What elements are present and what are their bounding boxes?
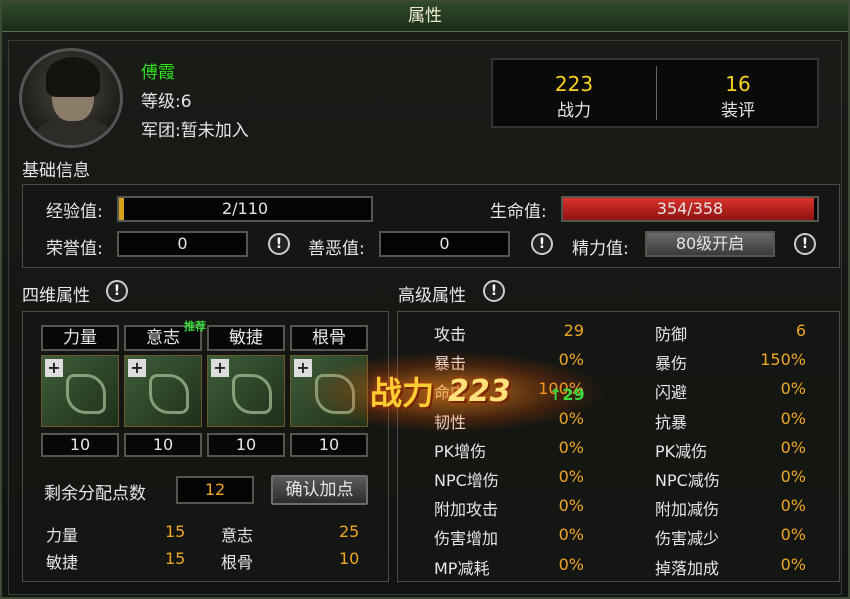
adv-attr-value: 0% <box>780 525 806 545</box>
four-attr-info-icon[interactable]: ! <box>106 280 128 302</box>
adv-attr-label: 暴伤 <box>655 354 688 374</box>
gear-score-value: 16 <box>725 72 751 96</box>
adv-attr-label: 伤害减少 <box>655 529 720 549</box>
adv-attr-value: 6 <box>795 321 806 340</box>
karma-value: 0 <box>379 231 510 257</box>
adv-attr-label: 闪避 <box>655 383 688 403</box>
advanced-attr-title: 高级属性 <box>398 286 466 306</box>
adv-attr-value: 0% <box>780 408 806 428</box>
character-portrait <box>19 48 123 148</box>
adv-attr-value: 29 <box>563 321 584 340</box>
exp-bar: 2/110 <box>117 196 373 222</box>
remaining-points-value: 12 <box>176 476 254 504</box>
attr-slot-will: 意志 + 10 <box>124 325 202 457</box>
adv-attr-value: 0% <box>558 437 584 457</box>
adv-attr-label: NPC增伤 <box>434 471 499 490</box>
karma-label: 善恶值: <box>308 239 365 259</box>
adv-attr-value: 0% <box>780 467 806 486</box>
character-guild: 军团:暂未加入 <box>141 121 249 141</box>
exp-label: 经验值: <box>46 202 103 222</box>
popup-delta: ↑29 <box>549 385 585 404</box>
adv-attr-label: PK增伤 <box>434 441 487 461</box>
adv-attr-value: 150% <box>760 350 806 370</box>
adv-attr-value: 0% <box>780 379 806 399</box>
adv-attr-label: 抗暴 <box>655 412 688 432</box>
popup-label: 战力 <box>370 374 435 412</box>
plus-icon[interactable]: + <box>211 359 229 377</box>
popup-value: 223 <box>448 374 511 409</box>
adv-attr-value: 0% <box>780 437 806 457</box>
attr-slot-value: 10 <box>207 433 285 457</box>
confirm-points-button[interactable]: 确认加点 <box>271 475 368 505</box>
four-attr-title: 四维属性 <box>22 286 90 306</box>
adv-attr-label: 防御 <box>655 325 688 344</box>
adv-attr-value: 0% <box>558 496 584 516</box>
total-value: 15 <box>165 522 186 541</box>
window-title: 属性 <box>2 2 848 32</box>
gear-score: 16 装评 <box>657 60 819 126</box>
combat-power: 223 战力 <box>493 60 655 126</box>
attr-slot-agility: 敏捷 + 10 <box>207 325 285 457</box>
character-level: 等级:6 <box>141 92 192 112</box>
honor-label: 荣誉值: <box>46 239 103 259</box>
remaining-points-label: 剩余分配点数 <box>44 484 146 504</box>
combat-power-value: 223 <box>554 72 594 96</box>
popup-delta-value: 29 <box>562 385 585 404</box>
strength-icon: + <box>41 355 119 427</box>
attr-slot-value: 10 <box>41 433 119 457</box>
adv-attr-label: MP减耗 <box>434 558 490 578</box>
combat-summary: 223 战力 16 装评 <box>491 58 819 128</box>
plus-icon[interactable]: + <box>128 359 146 377</box>
adv-attr-label: NPC减伤 <box>655 471 720 490</box>
combat-power-label: 战力 <box>557 101 591 121</box>
adv-attr-label: 伤害增加 <box>434 529 499 549</box>
energy-info-icon[interactable]: ! <box>794 233 816 255</box>
adv-attr-value: 0% <box>780 496 806 516</box>
attr-slot-value: 10 <box>124 433 202 457</box>
character-name: 傅霞 <box>141 63 175 83</box>
gear-score-label: 装评 <box>721 101 755 121</box>
honor-info-icon[interactable]: ! <box>268 233 290 255</box>
attr-slot-label: 力量 <box>41 325 119 351</box>
adv-attr-label: 附加减伤 <box>655 500 720 520</box>
adv-attr-label: PK减伤 <box>655 441 708 461</box>
basic-info-title: 基础信息 <box>22 161 90 181</box>
hp-bar: 354/358 <box>561 196 819 222</box>
energy-value: 80级开启 <box>645 231 775 257</box>
total-value: 25 <box>339 522 360 541</box>
total-label: 意志 <box>221 526 254 545</box>
attr-slot-label: 敏捷 <box>207 325 285 351</box>
adv-attr-value: 0% <box>558 525 584 545</box>
plus-icon[interactable]: + <box>45 359 63 377</box>
total-value: 10 <box>339 549 360 568</box>
adv-attr-label: 附加攻击 <box>434 500 499 520</box>
energy-label: 精力值: <box>572 239 629 259</box>
honor-value: 0 <box>117 231 248 257</box>
will-icon: + <box>124 355 202 427</box>
total-label: 力量 <box>46 526 79 545</box>
advanced-info-icon[interactable]: ! <box>483 280 505 302</box>
total-label: 根骨 <box>221 553 254 572</box>
total-value: 15 <box>165 549 186 568</box>
total-label: 敏捷 <box>46 553 79 572</box>
adv-attr-label: 掉落加成 <box>655 558 720 578</box>
attr-slot-label: 根骨 <box>290 325 368 351</box>
karma-info-icon[interactable]: ! <box>531 233 553 255</box>
arrow-up-icon: ↑ <box>549 385 563 404</box>
adv-attr-value: 0% <box>558 467 584 486</box>
recommend-badge: 推荐 <box>184 320 206 333</box>
agility-icon: + <box>207 355 285 427</box>
hp-label: 生命值: <box>490 202 547 222</box>
adv-attr-value: 0% <box>558 554 584 574</box>
attr-slot-strength: 力量 + 10 <box>41 325 119 457</box>
attr-slot-value: 10 <box>290 433 368 457</box>
adv-attr-label: 攻击 <box>434 325 467 344</box>
hp-value: 354/358 <box>656 199 724 218</box>
attribute-window: 属性 傅霞 等级:6 军团:暂未加入 223 战力 16 装评 基础信息 经验值… <box>0 0 850 599</box>
exp-value: 2/110 <box>221 199 269 218</box>
adv-attr-value: 0% <box>780 554 806 574</box>
